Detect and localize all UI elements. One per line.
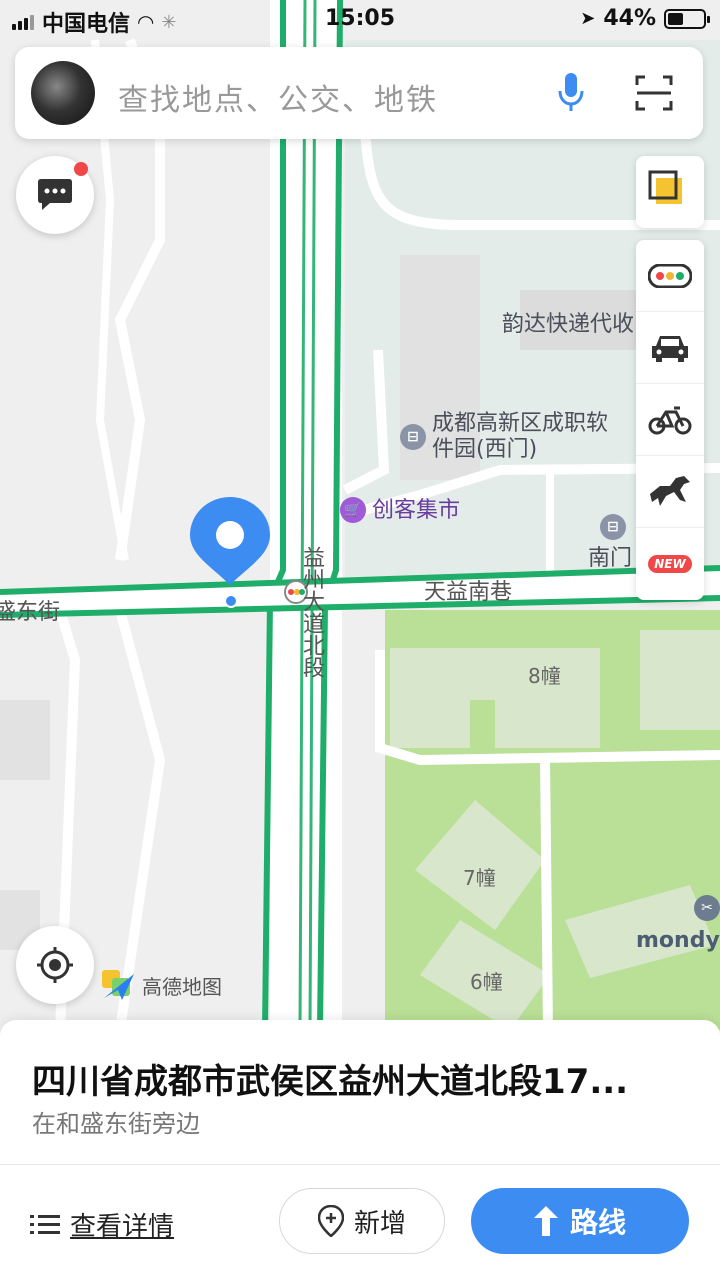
location-arrow-icon: ➤ <box>580 8 596 29</box>
map-layers-button[interactable] <box>636 156 704 228</box>
view-details-label: 查看详情 <box>70 1212 175 1242</box>
map-tools-panel: NEW <box>636 240 704 600</box>
building-label: 6幢 <box>470 970 503 994</box>
building-label: 8幢 <box>528 664 561 688</box>
address-title: 四川省成都市武侯区益州大道北段17... <box>32 1062 629 1102</box>
crosshair-icon <box>37 947 73 983</box>
poi-label[interactable]: mondy <box>636 928 720 954</box>
poi-label[interactable]: 南门 <box>588 546 632 572</box>
taxi-button[interactable] <box>636 312 704 384</box>
galloping-horse-icon <box>650 475 690 506</box>
new-feature-button[interactable]: NEW <box>636 528 704 600</box>
search-bar[interactable]: 查找地点、公交、地铁 <box>15 47 703 139</box>
location-pin-icon[interactable] <box>190 497 270 587</box>
address-subtitle: 在和盛东街旁边 <box>32 1110 200 1138</box>
brand-logo: 高德地图 <box>100 968 222 1002</box>
road-label-vertical: 益州大道北段 <box>299 546 324 678</box>
current-position-dot <box>224 594 238 608</box>
horse-button[interactable] <box>636 456 704 528</box>
avatar[interactable] <box>31 61 95 125</box>
add-pin-icon <box>317 1205 344 1237</box>
poi-label[interactable]: 成都高新区成职软件园(西门) <box>432 411 622 463</box>
brand-name: 高德地图 <box>142 974 222 999</box>
scissors-icon: ✂ <box>694 895 720 921</box>
poi-label[interactable]: 创客集市 <box>372 498 460 524</box>
road-label: 盛东街 <box>0 600 61 625</box>
route-label: 路线 <box>569 1206 626 1239</box>
notification-dot <box>74 162 88 176</box>
traffic-light-icon <box>648 263 692 288</box>
messages-button[interactable] <box>16 156 94 234</box>
location-card: 四川省成都市武侯区益州大道北段17... 在和盛东街旁边 查看详情 新增 路线 <box>0 1020 720 1280</box>
add-place-button[interactable]: 新增 <box>279 1188 445 1254</box>
car-icon <box>652 335 688 362</box>
status-bar: 中国电信 ◠ ✳ 15:05 ➤ 44% <box>0 0 720 40</box>
new-badge: NEW <box>648 555 692 573</box>
add-place-label: 新增 <box>353 1208 406 1239</box>
route-arrow-icon <box>533 1206 558 1236</box>
route-button[interactable]: 路线 <box>471 1188 689 1254</box>
layers-icon <box>648 170 682 204</box>
map-view[interactable]: 天益南巷 盛东街 益州大道北段 韵达快递代收 ⊟ 成都高新区成职软件园(西门) … <box>0 0 720 1031</box>
traffic-button[interactable] <box>636 240 704 312</box>
building-label: 7幢 <box>463 866 496 890</box>
building-poi-icon: ⊟ <box>400 424 426 450</box>
shopping-cart-icon: 🛒 <box>340 497 366 523</box>
poi-label[interactable]: 韵达快递代收 <box>502 312 634 338</box>
bicycle-icon <box>648 406 692 434</box>
scan-icon[interactable] <box>635 75 673 111</box>
bike-button[interactable] <box>636 384 704 456</box>
microphone-icon[interactable] <box>557 73 585 113</box>
chat-bubble-icon <box>38 179 72 210</box>
list-icon <box>30 1214 60 1234</box>
amap-logo-icon <box>102 970 134 1000</box>
search-input[interactable]: 查找地点、公交、地铁 <box>118 75 438 119</box>
road-label: 天益南巷 <box>424 580 513 605</box>
battery-percent: 44% <box>603 6 656 31</box>
battery-icon <box>664 8 710 29</box>
building-poi-icon: ⊟ <box>600 514 626 540</box>
divider <box>0 1164 720 1165</box>
view-details-button[interactable]: 查看详情 <box>30 1206 174 1243</box>
locate-me-button[interactable] <box>16 926 94 1004</box>
